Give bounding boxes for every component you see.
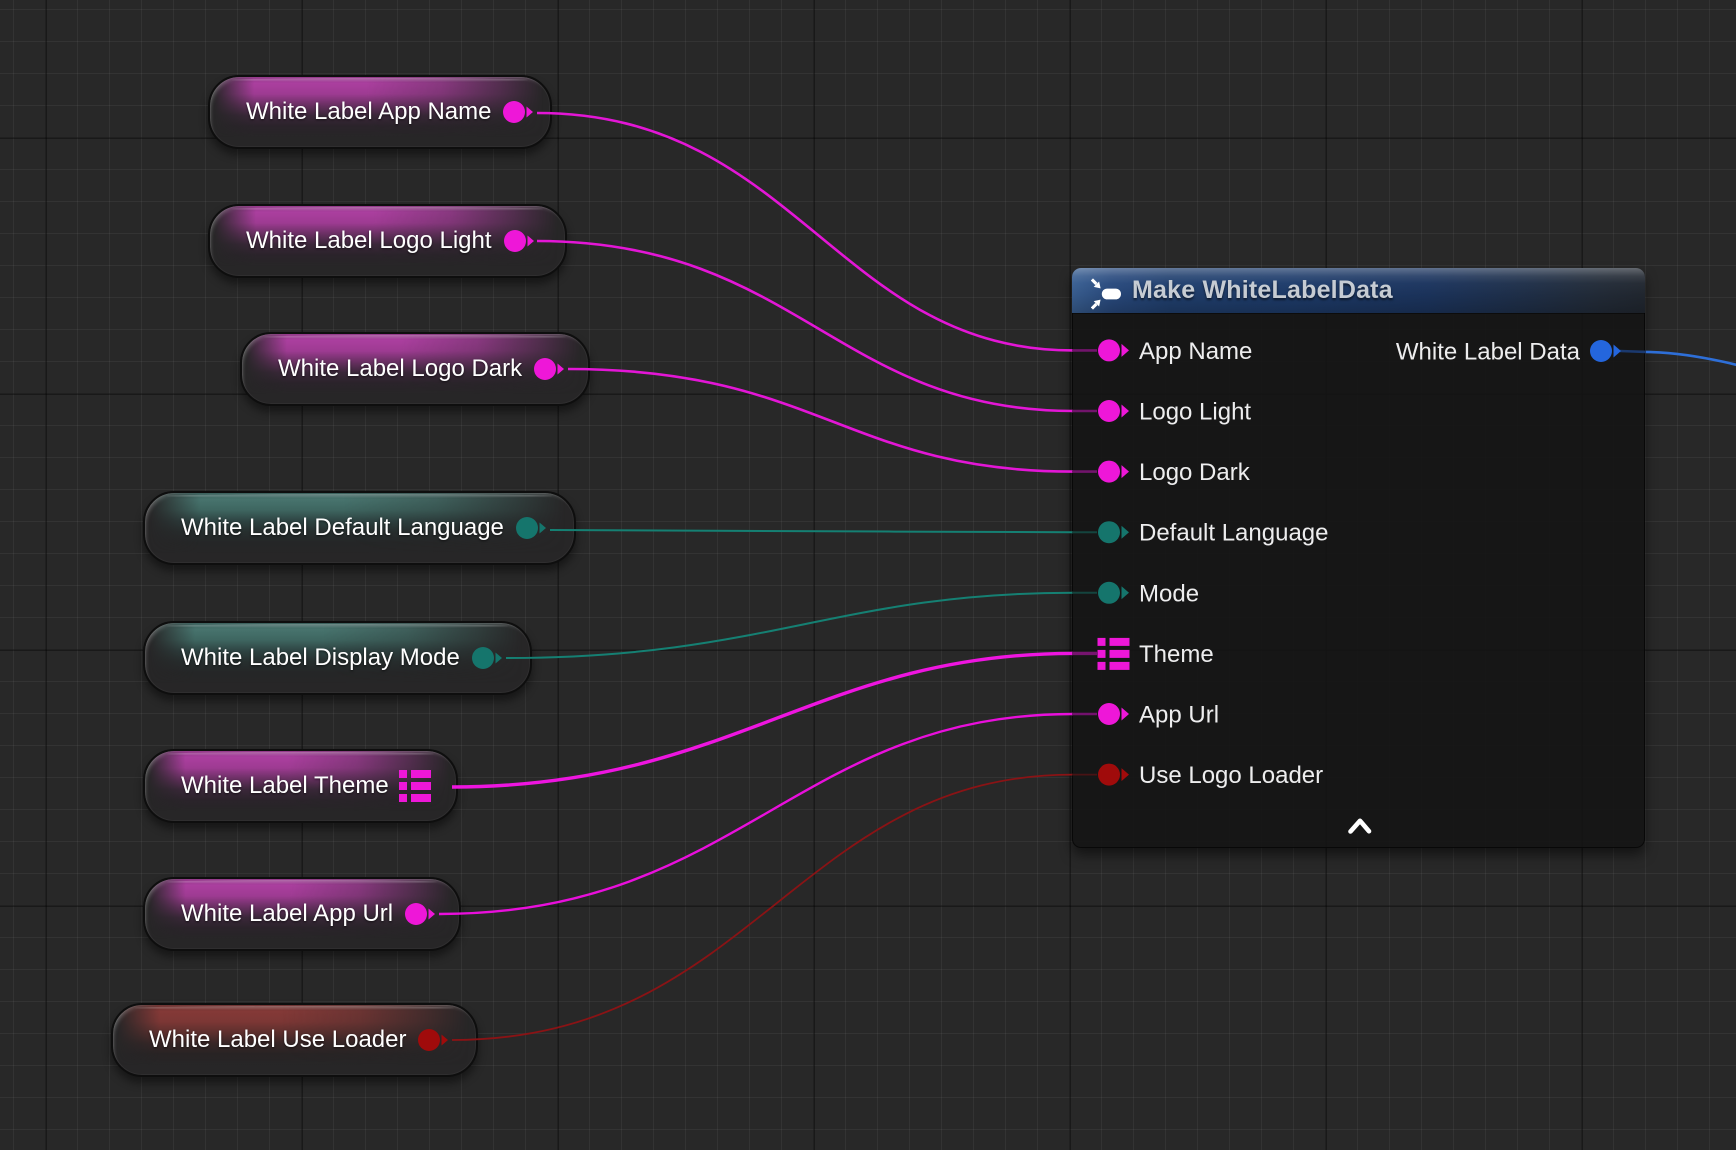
svg-text:App Url: App Url — [1139, 702, 1219, 729]
svg-text:Theme: Theme — [1139, 641, 1214, 668]
svg-text:Use Logo Loader: Use Logo Loader — [1139, 762, 1323, 789]
svg-text:White Label Data: White Label Data — [1396, 339, 1581, 366]
svg-text:Mode: Mode — [1139, 580, 1199, 607]
svg-text:Logo Light: Logo Light — [1139, 399, 1251, 426]
svg-text:Logo Dark: Logo Dark — [1139, 459, 1251, 486]
svg-text:Default Language: Default Language — [1139, 520, 1329, 547]
svg-text:App Name: App Name — [1139, 338, 1252, 365]
